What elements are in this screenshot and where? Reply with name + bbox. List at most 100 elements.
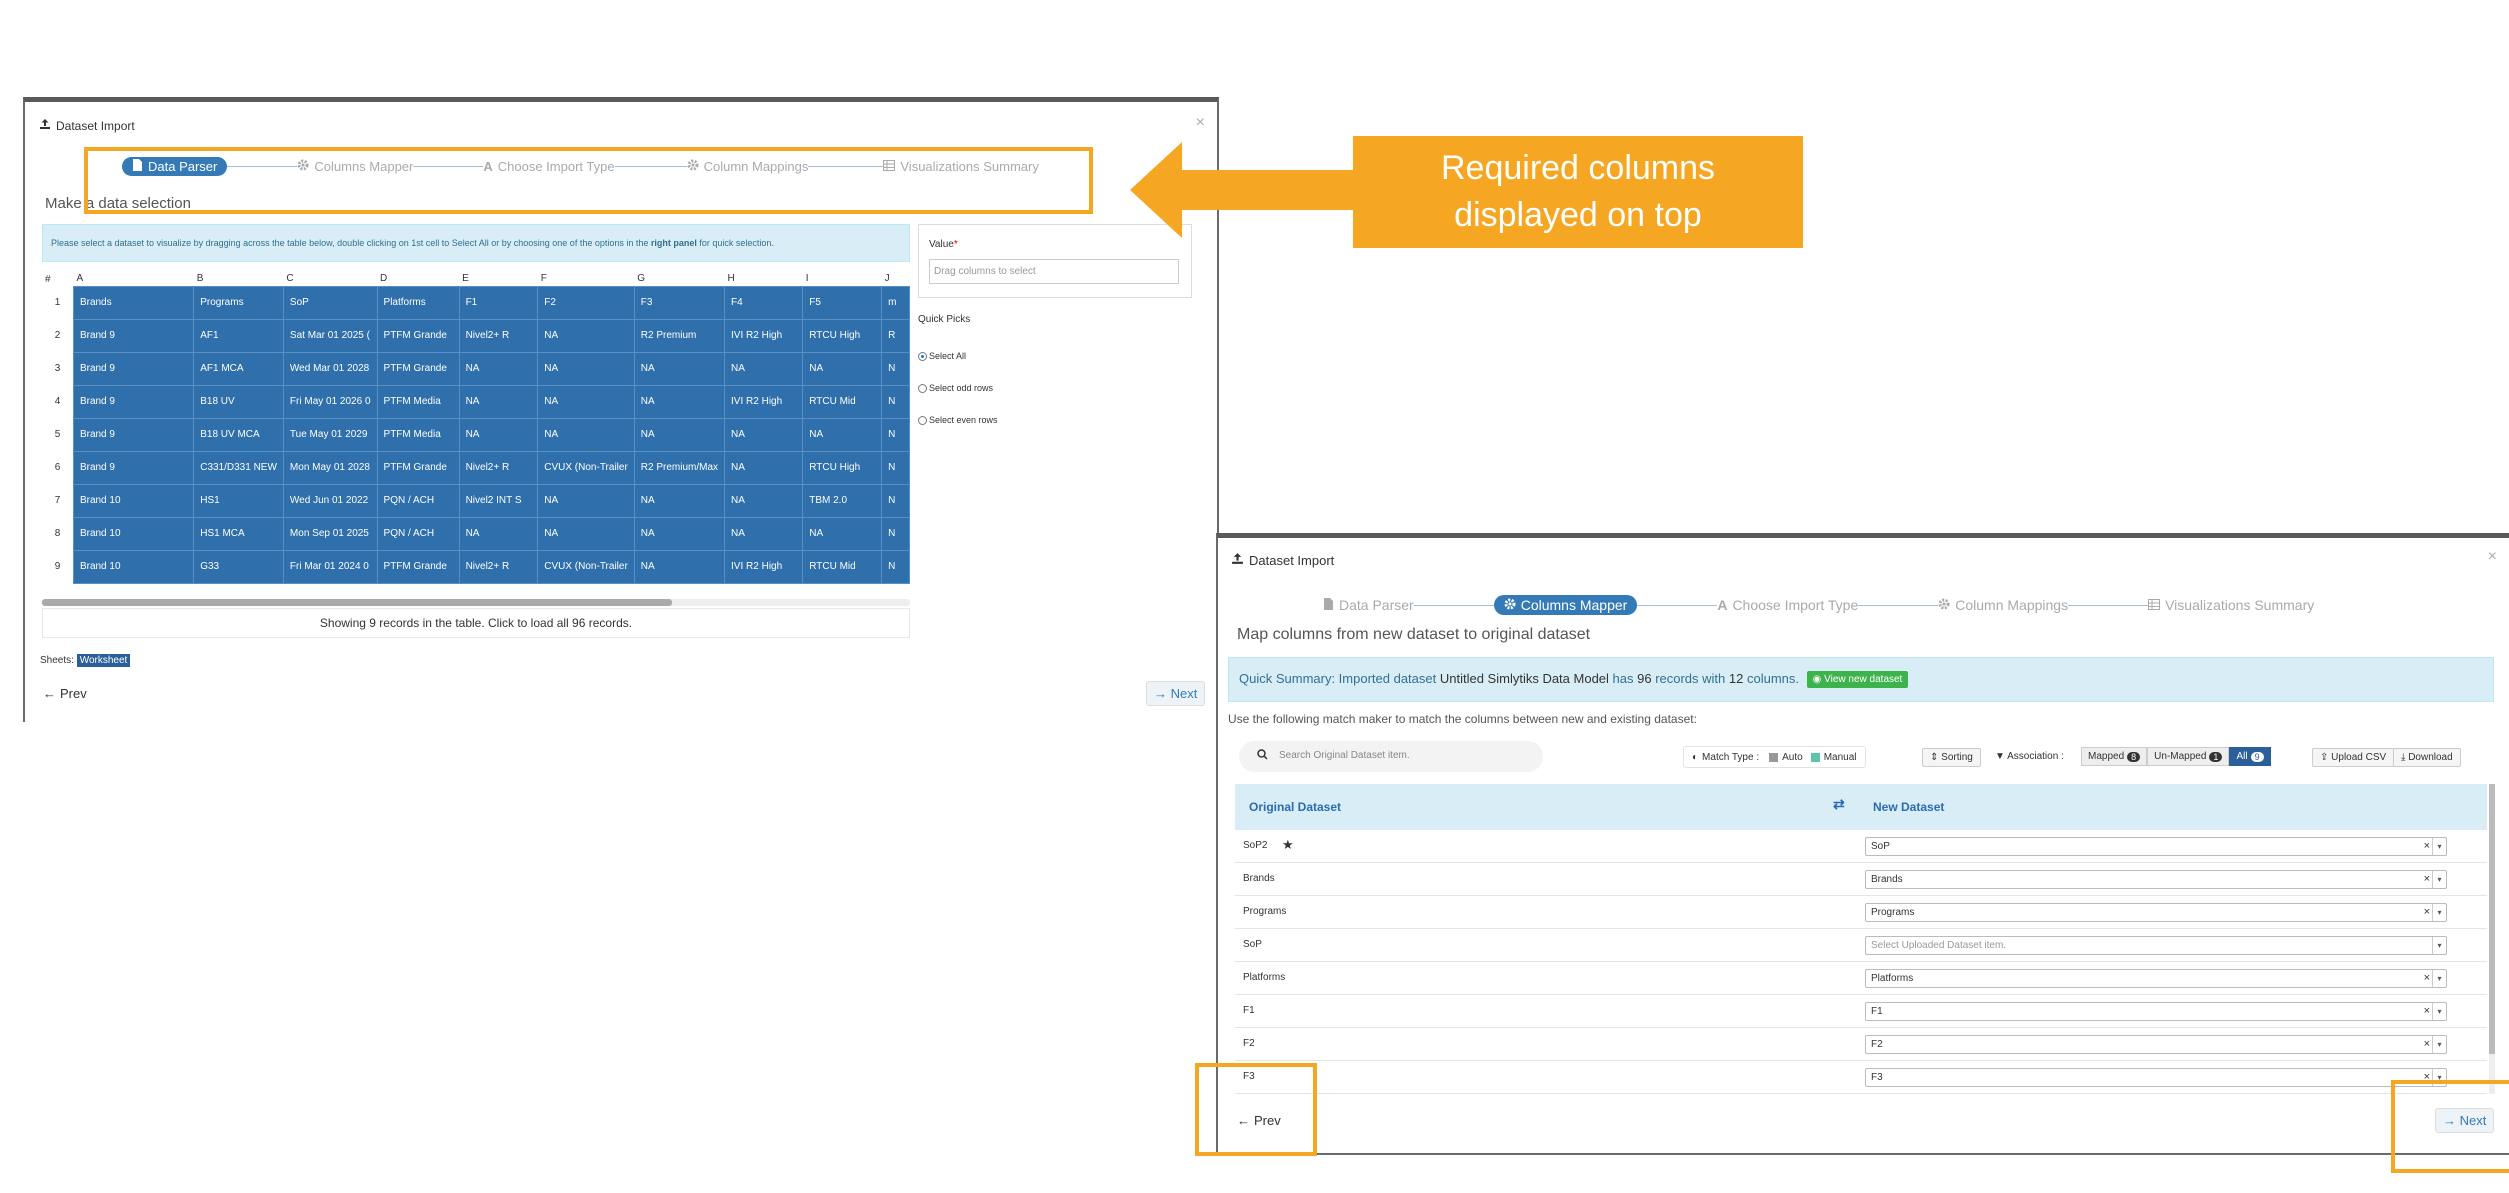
clear-icon[interactable]: × bbox=[2424, 1005, 2430, 1017]
table-cell[interactable]: N bbox=[881, 450, 910, 485]
column-header[interactable]: J bbox=[882, 272, 910, 286]
table-cell[interactable]: R2 Premium bbox=[633, 318, 726, 353]
table-cell[interactable]: Brand 9 bbox=[72, 384, 195, 419]
view-new-dataset-button[interactable]: ◉ View new dataset bbox=[1806, 671, 1909, 689]
column-header[interactable]: # bbox=[42, 272, 73, 286]
column-header[interactable]: D bbox=[377, 272, 459, 286]
table-cell[interactable]: NA bbox=[537, 483, 635, 518]
column-header[interactable]: B bbox=[194, 272, 284, 286]
table-cell[interactable]: Tue May 01 2029 bbox=[282, 417, 378, 452]
table-cell[interactable]: NA bbox=[537, 417, 635, 452]
clear-icon[interactable]: × bbox=[2424, 906, 2430, 918]
chevron-down-icon[interactable]: ▾ bbox=[2432, 904, 2446, 921]
table-cell[interactable]: Programs bbox=[193, 285, 284, 320]
chevron-down-icon[interactable]: ▾ bbox=[2432, 871, 2446, 888]
sorting-button[interactable]: ⇕ Sorting bbox=[1922, 748, 1981, 767]
table-cell[interactable]: RTCU Mid bbox=[802, 549, 883, 584]
close-icon[interactable]: × bbox=[2488, 548, 2497, 566]
table-cell[interactable]: IVI R2 High bbox=[724, 384, 804, 419]
select-all-radio[interactable]: Select All bbox=[918, 340, 998, 372]
table-cell[interactable]: AF1 bbox=[193, 318, 284, 353]
table-row[interactable]: 3 Brand 9 AF1 MCA Wed Mar 01 2028 PTFM Grand… bbox=[42, 351, 910, 386]
load-all-records[interactable]: Showing 9 records in the table. Click to… bbox=[42, 608, 910, 638]
table-cell[interactable]: NA bbox=[458, 384, 539, 419]
column-header[interactable]: F bbox=[538, 272, 635, 286]
table-cell[interactable]: PTFM Grande bbox=[376, 351, 460, 386]
table-cell[interactable]: PTFM Grande bbox=[376, 318, 460, 353]
download-button[interactable]: ⤓ Download bbox=[2393, 748, 2461, 767]
table-cell[interactable]: HS1 bbox=[193, 483, 284, 518]
data-grid[interactable]: # A B C D E F G H I J 1 Brands Programs SoP Platforms F… bbox=[42, 272, 910, 586]
vertical-scrollbar[interactable] bbox=[2489, 784, 2495, 1094]
search-input[interactable]: Search Original Dataset item. bbox=[1239, 741, 1543, 772]
table-cell[interactable]: CVUX (Non-Trailer bbox=[537, 450, 635, 485]
table-cell[interactable]: PQN / ACH bbox=[376, 516, 460, 551]
table-cell[interactable]: G33 bbox=[193, 549, 284, 584]
table-cell[interactable]: NA bbox=[633, 384, 726, 419]
clear-icon[interactable]: × bbox=[2424, 873, 2430, 885]
table-cell[interactable]: Brand 9 bbox=[72, 351, 195, 386]
new-dataset-select[interactable]: Brands × ▾ bbox=[1865, 870, 2447, 889]
new-dataset-select[interactable]: Select Uploaded Dataset item. ▾ bbox=[1865, 936, 2447, 955]
step-visualizations-summary[interactable]: Visualizations Summary bbox=[2148, 597, 2314, 613]
table-cell[interactable]: F4 bbox=[724, 285, 804, 320]
step-data-parser[interactable]: Data Parser bbox=[1323, 597, 1414, 613]
table-cell[interactable]: RTCU High bbox=[802, 450, 883, 485]
table-cell[interactable]: RTCU Mid bbox=[802, 384, 883, 419]
table-cell[interactable]: NA bbox=[724, 450, 804, 485]
unmapped-filter-button[interactable]: Un-Mapped 1 bbox=[2147, 747, 2230, 766]
table-cell[interactable]: Fri May 01 2026 0 bbox=[282, 384, 378, 419]
table-cell[interactable]: NA bbox=[458, 516, 539, 551]
table-cell[interactable]: R bbox=[881, 318, 910, 353]
table-cell[interactable]: B18 UV bbox=[193, 384, 284, 419]
scrollbar-thumb[interactable] bbox=[2489, 784, 2495, 1054]
table-cell[interactable]: N bbox=[881, 417, 910, 452]
table-cell[interactable]: Nivel2+ R bbox=[458, 450, 539, 485]
table-cell[interactable]: m bbox=[881, 285, 910, 320]
table-cell[interactable]: NA bbox=[458, 351, 539, 386]
table-cell[interactable]: Mon May 01 2028 bbox=[282, 450, 378, 485]
table-cell[interactable]: NA bbox=[633, 483, 726, 518]
clear-icon[interactable]: × bbox=[2424, 1038, 2430, 1050]
step-choose-import-type[interactable]: A Choose Import Type bbox=[1717, 597, 1858, 613]
table-cell[interactable]: N bbox=[881, 516, 910, 551]
table-row[interactable]: 6 Brand 9 C331/D331 NEW Mon May 01 2028 PTFM… bbox=[42, 450, 910, 485]
close-icon[interactable]: × bbox=[1196, 114, 1205, 132]
table-cell[interactable]: TBM 2.0 bbox=[802, 483, 883, 518]
table-cell[interactable]: Brand 10 bbox=[72, 483, 195, 518]
table-cell[interactable]: F2 bbox=[537, 285, 635, 320]
table-cell[interactable]: IVI R2 High bbox=[724, 318, 804, 353]
table-cell[interactable]: F3 bbox=[633, 285, 726, 320]
table-cell[interactable]: NA bbox=[802, 417, 883, 452]
table-cell[interactable]: NA bbox=[633, 351, 726, 386]
chevron-down-icon[interactable]: ▾ bbox=[2432, 1036, 2446, 1053]
step-column-mappings[interactable]: Column Mappings bbox=[1938, 597, 2068, 613]
table-cell[interactable]: Brands bbox=[72, 285, 195, 320]
new-dataset-select[interactable]: SoP × ▾ bbox=[1865, 837, 2447, 856]
table-cell[interactable]: N bbox=[881, 384, 910, 419]
table-cell[interactable]: F1 bbox=[458, 285, 539, 320]
column-header[interactable]: C bbox=[283, 272, 377, 286]
table-cell[interactable]: B18 UV MCA bbox=[193, 417, 284, 452]
table-cell[interactable]: PQN / ACH bbox=[376, 483, 460, 518]
table-row[interactable]: 7 Brand 10 HS1 Wed Jun 01 2022 PQN / ACH Nive… bbox=[42, 483, 910, 518]
table-cell[interactable]: NA bbox=[633, 417, 726, 452]
scrollbar-thumb[interactable] bbox=[42, 599, 672, 606]
table-cell[interactable]: SoP bbox=[282, 285, 378, 320]
table-cell[interactable]: Nivel2+ R bbox=[458, 318, 539, 353]
table-cell[interactable]: NA bbox=[802, 516, 883, 551]
step-columns-mapper[interactable]: Columns Mapper bbox=[1493, 595, 1638, 615]
table-cell[interactable]: RTCU High bbox=[802, 318, 883, 353]
table-row[interactable]: 4 Brand 9 B18 UV Fri May 01 2026 0 PTFM Medi… bbox=[42, 384, 910, 419]
mapped-filter-button[interactable]: Mapped 8 bbox=[2081, 747, 2148, 766]
clear-icon[interactable]: × bbox=[2424, 840, 2430, 852]
table-cell[interactable]: R2 Premium/Max bbox=[633, 450, 726, 485]
table-row[interactable]: 5 Brand 9 B18 UV MCA Tue May 01 2029 PTFM Me… bbox=[42, 417, 910, 452]
table-row[interactable]: 8 Brand 10 HS1 MCA Mon Sep 01 2025 PQN / ACH… bbox=[42, 516, 910, 551]
table-cell[interactable]: Brand 9 bbox=[72, 450, 195, 485]
table-cell[interactable]: Brand 9 bbox=[72, 417, 195, 452]
table-cell[interactable]: Mon Sep 01 2025 bbox=[282, 516, 378, 551]
select-odd-rows-radio[interactable]: Select odd rows bbox=[918, 372, 998, 404]
table-cell[interactable]: Sat Mar 01 2025 ( bbox=[282, 318, 378, 353]
table-row[interactable]: 9 Brand 10 G33 Fri Mar 01 2024 0 PTFM Grande… bbox=[42, 549, 910, 584]
